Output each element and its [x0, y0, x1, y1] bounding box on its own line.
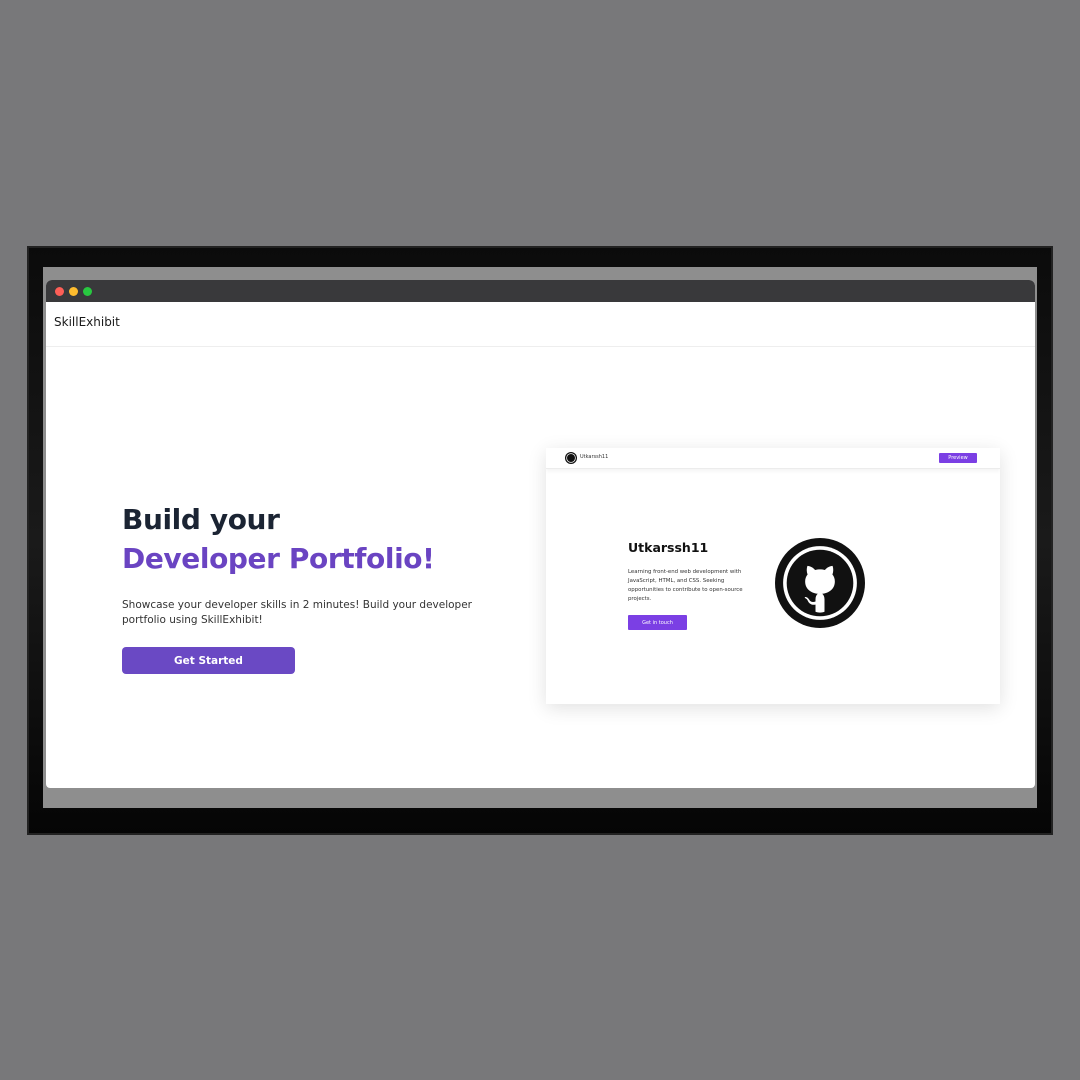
- github-icon: [565, 452, 577, 464]
- preview-button[interactable]: Preview: [939, 453, 977, 463]
- maximize-icon[interactable]: [83, 287, 92, 296]
- github-icon: [775, 538, 865, 628]
- hero-title-line2: Developer Portfolio!: [122, 542, 435, 575]
- get-in-touch-button[interactable]: Get in touch: [628, 615, 687, 630]
- hero-title-line1: Build your: [122, 503, 280, 536]
- preview-profile-name: Utkarssh11: [628, 540, 709, 555]
- site-navbar: SkillExhibit: [46, 302, 1035, 347]
- close-icon[interactable]: [55, 287, 64, 296]
- window-titlebar: [46, 280, 1035, 302]
- get-started-button[interactable]: Get Started: [122, 647, 295, 674]
- preview-profile-bio: Learning front-end web development with …: [628, 569, 743, 602]
- portfolio-preview-card: Utkarssh11 Preview Utkarssh11 Learning f…: [546, 448, 1000, 704]
- brand-logo-link[interactable]: SkillExhibit: [54, 315, 120, 329]
- hero-title: Build your Developer Portfolio!: [122, 500, 435, 578]
- minimize-icon[interactable]: [69, 287, 78, 296]
- preview-nav-username: Utkarssh11: [580, 454, 609, 460]
- preview-navbar: Utkarssh11 Preview: [546, 448, 1000, 469]
- hero-description: Showcase your developer skills in 2 minu…: [122, 599, 472, 626]
- browser-window: SkillExhibit Build your Developer Portfo…: [46, 280, 1035, 788]
